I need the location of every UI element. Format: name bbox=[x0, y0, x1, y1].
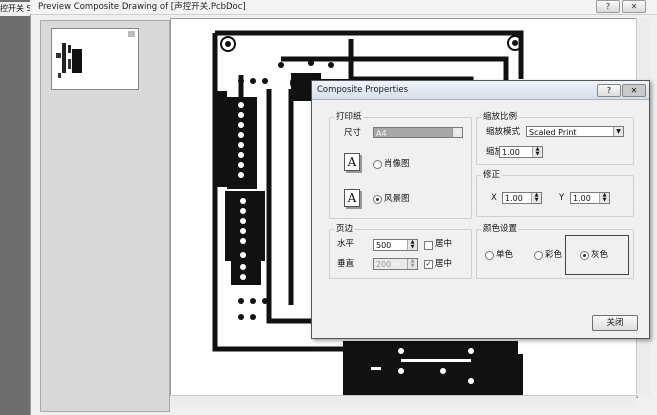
portrait-radio[interactable] bbox=[373, 160, 382, 169]
spin-arrows-icon[interactable]: ▲ ▼ bbox=[531, 193, 541, 203]
correction-y-stepper[interactable]: 1.00 ▲ ▼ bbox=[570, 192, 610, 204]
left-background-strip: 控开关 Sc bbox=[0, 0, 30, 415]
correction-x-value: 1.00 bbox=[505, 194, 523, 203]
correction-y-label: Y bbox=[559, 193, 565, 203]
paper-group: 打印纸 尺寸 A4 ▼ A 肖像图 A 风景图 bbox=[329, 112, 472, 219]
correction-legend: 修正 bbox=[481, 170, 503, 181]
horizontal-margin-label: 水平 bbox=[337, 239, 355, 249]
correction-x-label: X bbox=[491, 193, 497, 203]
vertical-center-checkbox[interactable]: ✓ bbox=[424, 260, 433, 269]
spin-arrows-icon[interactable]: ▲ ▼ bbox=[532, 147, 542, 157]
scaling-group: 缩放比例 缩放模式 Scaled Print ▼ 缩放 1.00 ▲ ▼ bbox=[476, 112, 634, 165]
thumbnail-pcb-image bbox=[56, 31, 135, 78]
correction-y-value: 1.00 bbox=[573, 194, 591, 203]
horizontal-margin-stepper[interactable]: 500 ▲ ▼ bbox=[373, 239, 418, 251]
chevron-down-icon: ▼ bbox=[452, 128, 462, 137]
portrait-label: 肖像图 bbox=[384, 159, 410, 169]
horizontal-margin-value: 500 bbox=[376, 241, 392, 250]
scaling-mode-value: Scaled Print bbox=[529, 128, 577, 137]
spin-arrows-icon[interactable]: ▲ ▼ bbox=[599, 193, 609, 203]
scaling-legend: 缩放比例 bbox=[481, 112, 520, 123]
dialog-title: Composite Properties bbox=[317, 85, 409, 95]
spin-arrows-icon[interactable]: ▲ ▼ bbox=[407, 259, 417, 269]
close-window-button[interactable]: ✕ bbox=[622, 0, 646, 13]
vertical-margin-label: 垂直 bbox=[337, 259, 355, 269]
page-thumbnail[interactable] bbox=[51, 28, 139, 90]
horizontal-center-label: 居中 bbox=[435, 239, 453, 249]
color-radio[interactable] bbox=[534, 251, 543, 260]
mono-radio[interactable] bbox=[485, 251, 494, 260]
landscape-radio[interactable] bbox=[373, 195, 382, 204]
correction-x-stepper[interactable]: 1.00 ▲ ▼ bbox=[502, 192, 542, 204]
correction-group: 修正 X 1.00 ▲ ▼ Y 1.00 ▲ ▼ bbox=[476, 170, 634, 217]
paper-size-value: A4 bbox=[376, 129, 387, 138]
scaling-mode-label: 缩放模式 bbox=[486, 127, 521, 137]
margins-legend: 页边 bbox=[334, 224, 356, 235]
mono-label: 单色 bbox=[496, 250, 514, 260]
scale-stepper[interactable]: 1.00 ▲ ▼ bbox=[499, 146, 543, 158]
help-button[interactable]: ? bbox=[596, 0, 620, 13]
margins-group: 页边 水平 500 ▲ ▼ 居中 垂直 200 ▲ ▼ ✓ 居中 bbox=[329, 224, 472, 279]
paper-legend: 打印纸 bbox=[334, 112, 364, 123]
window-title: Preview Composite Drawing of [声控开关.PcbDo… bbox=[38, 2, 246, 12]
paper-size-select[interactable]: A4 ▼ bbox=[373, 127, 463, 138]
landscape-page-icon: A bbox=[344, 189, 360, 207]
paper-size-label: 尺寸 bbox=[344, 128, 362, 138]
vertical-margin-stepper[interactable]: 200 ▲ ▼ bbox=[373, 258, 418, 270]
color-settings-group: 颜色设置 单色 彩色 灰色 bbox=[476, 224, 634, 279]
dialog-close-x-button[interactable]: ✕ bbox=[622, 84, 646, 97]
chevron-down-icon: ▼ bbox=[613, 127, 623, 136]
color-label: 彩色 bbox=[545, 250, 563, 260]
color-settings-legend: 颜色设置 bbox=[481, 224, 520, 235]
vertical-margin-value: 200 bbox=[376, 260, 392, 269]
composite-properties-dialog: Composite Properties ? ✕ 打印纸 尺寸 A4 ▼ A 肖… bbox=[311, 80, 650, 339]
thumbnail-pane bbox=[40, 20, 170, 412]
landscape-label: 风景图 bbox=[384, 194, 410, 204]
gray-label: 灰色 bbox=[591, 250, 609, 260]
dialog-help-button[interactable]: ? bbox=[597, 84, 621, 97]
gray-radio[interactable] bbox=[580, 251, 589, 260]
portrait-page-icon: A bbox=[344, 153, 360, 171]
close-button[interactable]: 关闭 bbox=[592, 315, 638, 331]
spin-arrows-icon[interactable]: ▲ ▼ bbox=[407, 240, 417, 250]
preview-titlebar: Preview Composite Drawing of [声控开关.PcbDo… bbox=[30, 0, 657, 15]
document-tab[interactable]: 控开关 Sc bbox=[0, 2, 30, 16]
dialog-titlebar: Composite Properties ? ✕ bbox=[312, 81, 649, 100]
horizontal-scrollbar[interactable] bbox=[170, 395, 636, 407]
vertical-center-label: 居中 bbox=[435, 259, 453, 269]
scaling-mode-select[interactable]: Scaled Print ▼ bbox=[526, 126, 624, 137]
horizontal-center-checkbox[interactable] bbox=[424, 241, 433, 250]
scale-value: 1.00 bbox=[502, 148, 520, 157]
